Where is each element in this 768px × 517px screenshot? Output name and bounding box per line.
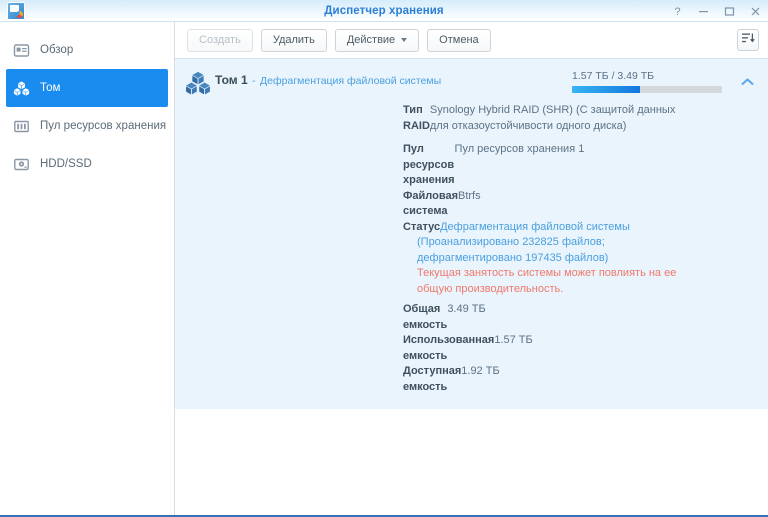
detail-row-file-system: Файловая система Btrfs bbox=[175, 189, 768, 220]
volume-header[interactable]: Том 1 - Дефрагментация файловой системы … bbox=[175, 59, 768, 100]
detail-row-total-capacity: Общая емкость 3.49 ТБ bbox=[175, 302, 768, 333]
sort-descending-button[interactable] bbox=[737, 29, 759, 51]
sidebar-item-label: Обзор bbox=[40, 44, 74, 56]
detail-row-storage-pool: Пул ресурсов хранения Пул ресурсов хране… bbox=[175, 142, 768, 189]
volume-usage-meter: 1.57 ТБ / 3.49 ТБ bbox=[572, 68, 730, 93]
action-button[interactable]: Действие bbox=[334, 28, 420, 52]
detail-value: Пул ресурсов хранения 1 bbox=[454, 143, 585, 155]
storage-pool-icon bbox=[13, 118, 30, 135]
sidebar-item-label: Том bbox=[40, 82, 61, 94]
minimize-icon[interactable] bbox=[697, 5, 710, 18]
volume-separator: - bbox=[252, 75, 256, 87]
detail-row-available-capacity: Доступная емкость 1.92 ТБ bbox=[175, 364, 768, 395]
detail-value: Btrfs bbox=[457, 189, 481, 202]
detail-label: Доступная емкость bbox=[403, 365, 462, 393]
svg-text:?: ? bbox=[674, 6, 680, 18]
delete-button[interactable]: Удалить bbox=[260, 28, 327, 52]
detail-value: 1.92 ТБ bbox=[461, 365, 500, 377]
detail-label: Пул ресурсов хранения bbox=[403, 143, 455, 186]
action-button-label: Действие bbox=[346, 34, 396, 46]
sidebar-item-label: HDD/SSD bbox=[40, 158, 92, 170]
volume-name: Том 1 bbox=[215, 73, 248, 87]
detail-row-status-warning: Текущая занятость системы может повлиять… bbox=[175, 266, 768, 297]
overview-icon bbox=[13, 42, 30, 59]
title-bar: Диспетчер хранения ? bbox=[0, 0, 768, 22]
usage-bar-fill bbox=[572, 86, 640, 93]
sidebar-item-overview[interactable]: Обзор bbox=[0, 31, 174, 69]
collapse-button[interactable] bbox=[740, 68, 758, 92]
detail-label: Статус bbox=[403, 220, 441, 233]
window-body: Обзор Том Пул ресурсов хранения HDD/SSD … bbox=[0, 22, 768, 515]
detail-value: 3.49 ТБ bbox=[447, 303, 486, 315]
status-progress-text: (Проанализировано 232825 файлов; дефрагм… bbox=[417, 236, 609, 264]
window-controls: ? bbox=[671, 0, 762, 22]
status-warning-text: Текущая занятость системы может повлиять… bbox=[417, 267, 677, 295]
volume-card: Том 1 - Дефрагментация файловой системы … bbox=[175, 58, 768, 409]
volume-capacity-summary: 1.57 ТБ / 3.49 ТБ bbox=[572, 70, 655, 82]
detail-row-status-progress: (Проанализировано 232825 файлов; дефрагм… bbox=[175, 235, 768, 266]
volume-cubes-icon bbox=[185, 68, 215, 96]
detail-row-used-capacity: Использованная емкость 1.57 ТБ bbox=[175, 333, 768, 364]
volume-details: Тип RAID Synology Hybrid RAID (SHR) (С з… bbox=[175, 100, 768, 395]
create-button[interactable]: Создать bbox=[187, 28, 253, 52]
storage-manager-window: Диспетчер хранения ? Обзор Том Пул ресур… bbox=[0, 0, 768, 517]
usage-bar-track bbox=[572, 86, 722, 93]
close-icon[interactable] bbox=[749, 5, 762, 18]
volume-status-link[interactable]: Дефрагментация файловой системы bbox=[260, 75, 441, 87]
sidebar-item-label: Пул ресурсов хранения bbox=[40, 120, 167, 132]
sidebar: Обзор Том Пул ресурсов хранения HDD/SSD bbox=[0, 22, 175, 515]
sidebar-item-hdd-ssd[interactable]: HDD/SSD bbox=[0, 145, 174, 183]
window-title: Диспетчер хранения bbox=[324, 4, 444, 17]
detail-row-status: Статус Дефрагментация файловой системы bbox=[175, 220, 768, 236]
cancel-button[interactable]: Отмена bbox=[427, 28, 491, 52]
sort-descending-icon bbox=[741, 31, 755, 50]
detail-value: 1.57 ТБ bbox=[494, 334, 533, 346]
content-area: Создать Удалить Действие Отмена Том 1 - … bbox=[175, 22, 768, 515]
detail-value-status: Дефрагментация файловой системы bbox=[440, 220, 630, 233]
sidebar-item-volume[interactable]: Том bbox=[6, 69, 168, 107]
volume-title-block: Том 1 - Дефрагментация файловой системы bbox=[215, 68, 572, 89]
hdd-icon bbox=[13, 156, 30, 173]
detail-value: Synology Hybrid RAID (SHR) (С защитой да… bbox=[429, 104, 676, 132]
chevron-up-icon bbox=[740, 74, 755, 91]
maximize-icon[interactable] bbox=[723, 5, 736, 18]
chevron-down-icon bbox=[401, 38, 408, 42]
detail-row-raid-type: Тип RAID Synology Hybrid RAID (SHR) (С з… bbox=[175, 103, 768, 134]
detail-label: Общая емкость bbox=[403, 303, 448, 331]
detail-label: Тип RAID bbox=[403, 104, 430, 132]
toolbar: Создать Удалить Действие Отмена bbox=[175, 22, 768, 58]
sidebar-item-storage-pool[interactable]: Пул ресурсов хранения bbox=[0, 107, 174, 145]
detail-label: Файловая система bbox=[403, 189, 458, 218]
help-icon[interactable]: ? bbox=[671, 5, 684, 18]
volume-cubes-icon bbox=[13, 80, 30, 97]
detail-label: Использованная емкость bbox=[403, 334, 495, 362]
